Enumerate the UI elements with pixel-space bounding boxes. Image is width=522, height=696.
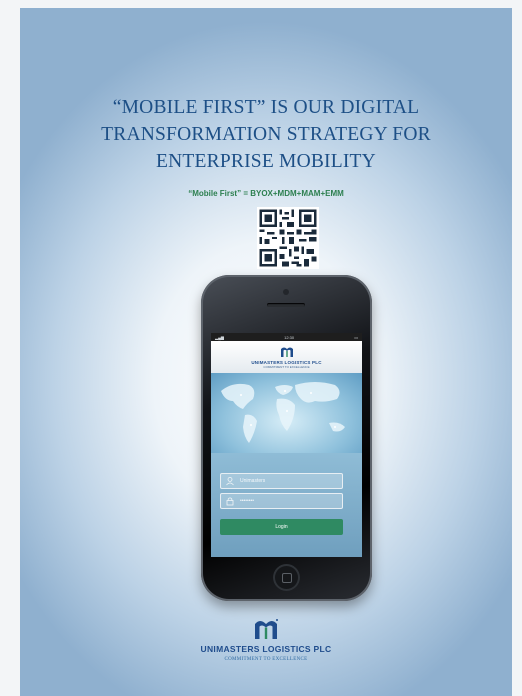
poster: “MOBILE FIRST” IS OUR DIGITAL TRANSFORMA…	[20, 8, 512, 696]
subheadline: “Mobile First” = BYOX+MDM+MAM+EMM	[188, 189, 344, 198]
app-tagline: COMMITMENT TO EXCELLENCE	[263, 364, 310, 369]
battery-icon: ▭	[354, 334, 358, 340]
brand-name: UNIMASTERS LOGISTICS PLC	[200, 644, 332, 654]
status-time: 12:30	[284, 334, 295, 340]
world-map-icon	[211, 373, 362, 453]
status-bar: ▂▄▆ 12:30 ▭	[211, 333, 362, 341]
lock-icon	[226, 497, 234, 506]
brand-block: UNIMASTERS LOGISTICS PLC COMMITMENT TO E…	[20, 618, 512, 662]
user-icon	[226, 477, 234, 486]
password-value: ••••••••	[240, 498, 255, 504]
app-logo-icon	[280, 347, 293, 357]
camera-icon	[283, 289, 289, 295]
username-value: Unimasters	[240, 478, 266, 484]
login-panel: Unimasters •••••••• Login	[211, 453, 362, 557]
password-field[interactable]: ••••••••	[220, 493, 343, 509]
home-button[interactable]	[273, 564, 300, 591]
speaker-grille	[267, 303, 305, 307]
phone-screen: ▂▄▆ 12:30 ▭ UNIMASTERS LOGISTICS PLC COM…	[211, 333, 362, 557]
headline: “MOBILE FIRST” IS OUR DIGITAL TRANSFORMA…	[101, 97, 431, 172]
qr-code-icon	[257, 207, 319, 269]
brand-tagline: COMMITMENT TO EXCELLENCE	[224, 657, 308, 662]
app-header: UNIMASTERS LOGISTICS PLC COMMITMENT TO E…	[211, 341, 362, 373]
company-logo-icon	[255, 619, 278, 639]
username-field[interactable]: Unimasters	[220, 473, 343, 489]
signal-icon: ▂▄▆	[215, 334, 224, 340]
login-button[interactable]: Login	[220, 519, 343, 535]
smartphone: ▂▄▆ 12:30 ▭ UNIMASTERS LOGISTICS PLC COM…	[201, 275, 372, 601]
